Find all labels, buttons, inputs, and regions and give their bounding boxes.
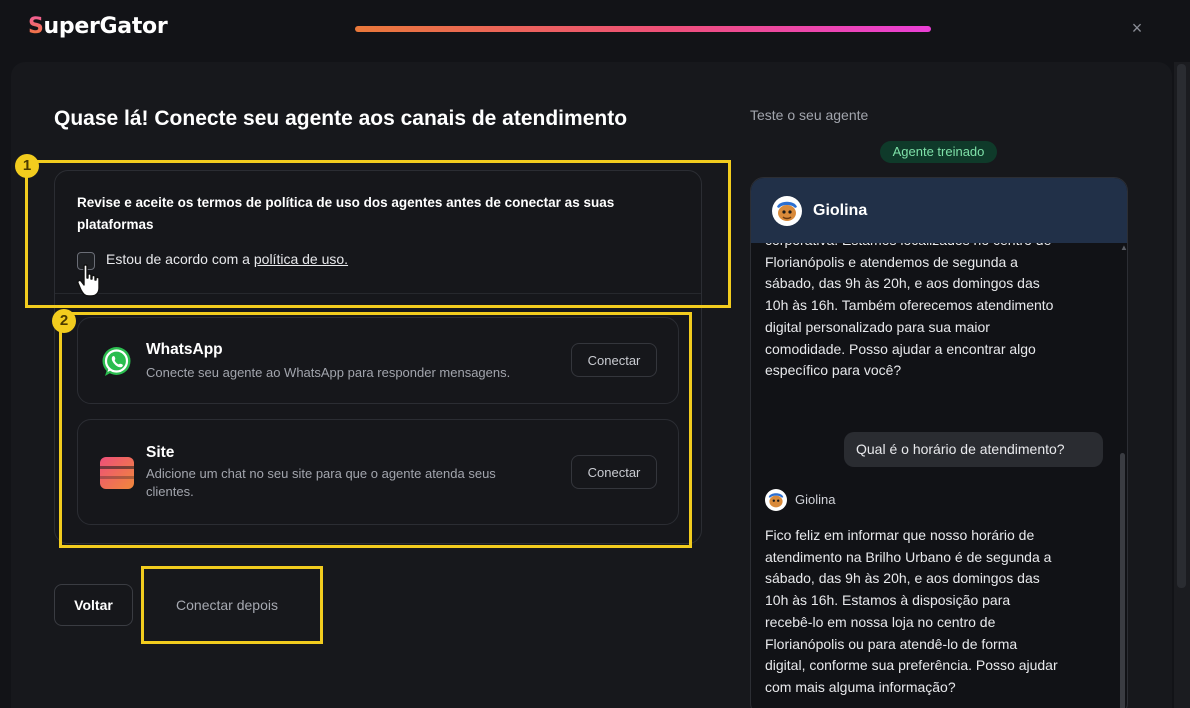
annotation-badge-1: 1 xyxy=(15,154,39,178)
chat-messages[interactable]: corporativa. Estamos localizados no cent… xyxy=(751,243,1127,708)
agent-status-badge: Agente treinado xyxy=(880,141,997,163)
site-chat-icon xyxy=(100,457,134,489)
usage-policy-link[interactable]: política de uso. xyxy=(254,251,348,267)
bot-message: Fico feliz em informar que nosso horário… xyxy=(765,527,1058,695)
user-message: Qual é o horário de atendimento? xyxy=(844,432,1103,467)
top-bar: SuperGator × xyxy=(0,0,1190,60)
hand-pointer-cursor-icon xyxy=(77,264,100,297)
site-channel-description: Adicione um chat no seu site para que o … xyxy=(146,466,496,499)
chat-scroll-up-icon[interactable]: ▲ xyxy=(1120,244,1127,252)
whatsapp-icon xyxy=(102,347,131,376)
agent-avatar-small xyxy=(765,489,787,511)
whatsapp-channel-name: WhatsApp xyxy=(146,341,223,358)
chat-agent-name: Giolina xyxy=(813,202,868,219)
connect-later-button[interactable]: Conectar depois xyxy=(147,584,307,626)
test-agent-label: Teste o seu agente xyxy=(750,107,869,123)
bot-message: corporativa. Estamos localizados no cent… xyxy=(765,243,1054,379)
agree-prefix: Estou de acordo com a xyxy=(106,251,254,267)
back-button[interactable]: Voltar xyxy=(54,584,133,626)
agent-avatar xyxy=(772,196,802,226)
close-icon[interactable]: × xyxy=(1127,18,1147,38)
connect-whatsapp-button[interactable]: Conectar xyxy=(571,343,657,377)
supergator-logo: SuperGator xyxy=(28,14,168,39)
chat-scrollbar-thumb[interactable] xyxy=(1120,453,1125,708)
whatsapp-channel-description: Conecte seu agente ao WhatsApp para resp… xyxy=(146,365,511,380)
chat-preview: Giolina corporativa. Estamos localizados… xyxy=(750,177,1128,708)
terms-agree-label[interactable]: Estou de acordo com a política de uso. xyxy=(106,251,348,267)
card-divider xyxy=(55,293,701,294)
onboarding-progress-bar xyxy=(355,26,931,32)
page-title: Quase lá! Conecte seu agente aos canais … xyxy=(54,107,628,130)
bot-sender-name: Giolina xyxy=(795,492,836,507)
page-scrollbar-thumb[interactable] xyxy=(1177,64,1186,588)
terms-text: Revise e aceite os termos de política de… xyxy=(77,195,615,232)
site-channel-name: Site xyxy=(146,444,175,461)
connect-site-button[interactable]: Conectar xyxy=(571,455,657,489)
chat-header: Giolina xyxy=(751,178,1127,243)
annotation-badge-2: 2 xyxy=(52,309,76,333)
